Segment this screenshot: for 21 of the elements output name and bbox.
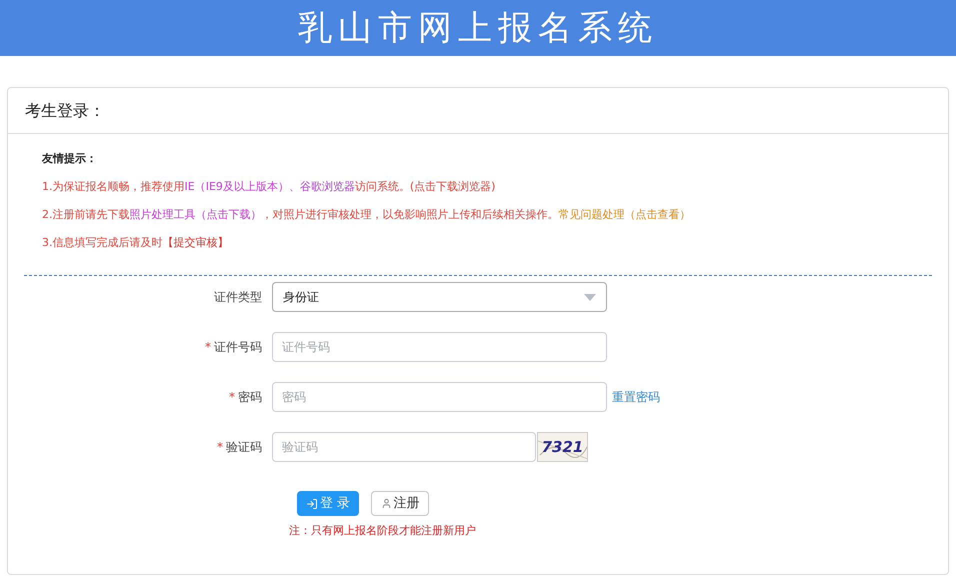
login-icon	[306, 498, 318, 510]
dropdown-caret-icon	[584, 294, 596, 300]
reset-password-link[interactable]: 重置密码	[612, 388, 660, 406]
field-label: * 证件号码	[205, 339, 262, 356]
tip-text: 1.为保证报名顺畅，推荐使用IE（IE9及以上版本）、谷歌浏览器访问系统。(点击下载浏览器)	[42, 180, 496, 194]
field-label: 证件类型	[214, 289, 262, 306]
tip-text: 3.信息填写完成后请及时【提交审核】	[42, 236, 230, 250]
register-button[interactable]: 注册	[371, 491, 429, 516]
note-text: 注：只有网上报名阶段才能注册新用户	[288, 523, 477, 539]
user-icon	[380, 498, 392, 509]
input-field[interactable]: 证件号码	[272, 332, 607, 362]
id-type-select[interactable]: 身份证	[272, 282, 607, 312]
captcha-image[interactable]: 7321	[537, 432, 588, 462]
field-label: * 验证码	[217, 439, 262, 456]
tips-title: 友情提示：	[42, 152, 98, 166]
input-field[interactable]: 验证码	[272, 432, 536, 462]
field-label: * 密码	[229, 389, 262, 406]
panel-title: 考生登录：	[25, 100, 105, 122]
input-field[interactable]: 密码	[272, 382, 607, 412]
tip-text: 2.注册前请先下载照片处理工具（点击下载），对照片进行审核处理，以免影响照片上传和后续相关操作。常见问题处理（点击查看）	[42, 208, 692, 222]
site-title: 乳山市网上报名系统	[298, 6, 658, 50]
